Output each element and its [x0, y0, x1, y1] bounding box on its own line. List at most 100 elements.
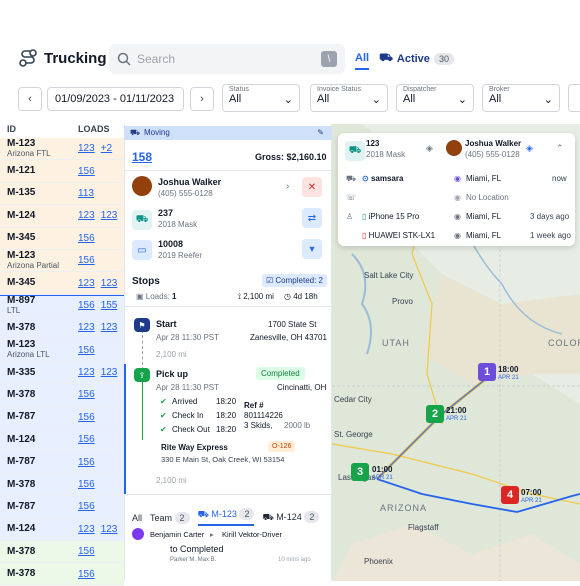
invoice-status-filter[interactable]: Invoice Status All ⌄ [310, 84, 388, 112]
chat-tab-m124[interactable]: ⛟ M-124 2 [262, 510, 320, 524]
load-link[interactable]: 156 [78, 479, 95, 490]
next-date-button[interactable]: › [190, 87, 214, 111]
ref-label: Ref # [244, 401, 264, 410]
dispatcher-filter[interactable]: Dispatcher All ⌄ [396, 84, 474, 112]
table-row[interactable]: M-124 123 123 [0, 205, 124, 228]
load-link[interactable]: 123 [78, 143, 95, 154]
load-link[interactable]: 156 [78, 233, 95, 244]
prev-date-button[interactable]: ‹ [18, 87, 42, 111]
state-label-arizona: ARIZONA [380, 503, 428, 513]
table-row[interactable]: M-335 123 123 [0, 361, 124, 385]
total-duration: ◷ 4d 18h [284, 292, 318, 301]
table-row[interactable]: M-124 156 [0, 429, 124, 452]
load-link[interactable]: 123 [101, 524, 118, 535]
broker-filter-value: All [489, 93, 502, 105]
load-link[interactable]: 123 [101, 210, 118, 221]
load-link[interactable]: 123 [78, 278, 95, 289]
more-filter[interactable] [568, 84, 580, 112]
locate-icon[interactable]: ◈ [426, 143, 433, 154]
arrived-label: Arrived [172, 397, 198, 406]
load-link[interactable]: 156 [78, 255, 95, 266]
row-id-text: M-378 [7, 388, 36, 400]
load-link[interactable]: 156 [78, 569, 95, 580]
table-row[interactable]: M-897 LTL 156 155 [0, 294, 124, 318]
load-link[interactable]: 113 [78, 188, 94, 199]
card-location-3: Miami, FL [466, 212, 502, 221]
truck-model: 2018 Mask [158, 220, 198, 229]
table-row[interactable]: M-787 156 [0, 451, 124, 474]
check-icon: ☑ [266, 276, 276, 285]
map-marker-3[interactable]: 3 [351, 463, 369, 481]
app-logo[interactable]: Trucking [18, 48, 107, 68]
chat-tab-team[interactable]: Team 2 [150, 511, 190, 524]
load-link[interactable]: 156 [78, 457, 95, 468]
load-link[interactable]: +2 [101, 143, 112, 154]
load-link[interactable]: 123 [101, 322, 118, 333]
table-row[interactable]: M-135 113 [0, 182, 124, 206]
table-row[interactable]: M-345 156 [0, 227, 124, 250]
row-id-text: M-378 [7, 478, 36, 490]
clock-icon: ◷ [284, 292, 294, 301]
table-row[interactable]: M-378 156 [0, 384, 124, 407]
loads-summary: ▣ Loads: 1 [136, 292, 177, 301]
trailer-filter-button[interactable]: ▾ [302, 239, 322, 259]
load-link[interactable]: 123 [78, 210, 95, 221]
table-row[interactable]: M-345 123 123 [0, 272, 124, 295]
row-subtitle: Arizona LTL [7, 350, 50, 360]
load-link[interactable]: 123 [101, 367, 118, 378]
table-row[interactable]: M-378 156 [0, 563, 124, 586]
loads-label: Loads: [145, 292, 170, 301]
broker-filter[interactable]: Broker All ⌄ [482, 84, 560, 112]
tab-all[interactable]: All [355, 52, 370, 70]
chevron-right-icon[interactable]: › [286, 181, 289, 192]
table-row[interactable]: M-787 156 [0, 496, 124, 519]
locate-icon[interactable]: ◈ [526, 143, 533, 154]
chat-tab-all[interactable]: All [132, 513, 142, 523]
load-id-link[interactable]: 158 [132, 150, 152, 164]
load-link[interactable]: 156 [78, 300, 95, 311]
swap-truck-button[interactable]: ⇄ [302, 208, 322, 228]
table-row[interactable]: M-378 156 [0, 541, 124, 564]
edit-icon[interactable]: ✎ [317, 126, 324, 140]
load-link[interactable]: 156 [78, 412, 95, 423]
date-range-picker[interactable]: 01/09/2023 - 01/11/2023 [47, 87, 184, 111]
load-link[interactable]: 123 [78, 367, 95, 378]
tab-active-label: Active [396, 53, 430, 65]
map-marker-2[interactable]: 2 [426, 405, 444, 423]
load-link[interactable]: 156 [78, 166, 95, 177]
load-link[interactable]: 155 [101, 300, 118, 311]
status-bar: ⛟ Moving ✎ [124, 126, 332, 140]
search-input[interactable]: Search \ [109, 44, 345, 74]
load-link[interactable]: 123 [101, 278, 118, 289]
load-link[interactable]: 123 [78, 524, 95, 535]
load-link[interactable]: 156 [78, 546, 95, 557]
load-link[interactable]: 156 [78, 345, 95, 356]
col-loads-header: LOADS [78, 124, 110, 134]
tab-active[interactable]: ⛟ Active 30 [379, 52, 454, 70]
table-row[interactable]: M-378 156 [0, 473, 124, 497]
chat-tab-m123[interactable]: ⛟ M-123 2 [197, 508, 255, 526]
load-link[interactable]: 156 [78, 389, 95, 400]
chevron-up-icon[interactable]: ⌃ [556, 143, 564, 154]
table-row[interactable]: M-123 Arizona FTL 123 +2 [0, 138, 124, 161]
remove-driver-button[interactable]: ✕ [302, 177, 322, 197]
table-row[interactable]: M-378 123 123 [0, 317, 124, 340]
table-row[interactable]: M-787 156 [0, 406, 124, 430]
load-link[interactable]: 156 [78, 434, 95, 445]
map-marker-4[interactable]: 4 [501, 486, 519, 504]
load-link[interactable]: 156 [78, 501, 95, 512]
row-subtitle: Arizona Partial [7, 260, 60, 270]
table-row[interactable]: M-124 123 123 [0, 518, 124, 542]
table-row[interactable]: M-123 Arizona Partial 156 [0, 249, 124, 273]
chat-tabs: All Team 2 ⛟ M-123 2 ⛟ M-124 2 [132, 508, 320, 526]
shipper-badge[interactable]: O-126 [268, 441, 296, 452]
chat-tab-m124-label: M-124 [276, 511, 302, 522]
card-device-4-name: HUAWEI STK-LX1 [368, 231, 436, 240]
moving-icon: ⛟ [130, 128, 141, 137]
table-row[interactable]: M-121 156 [0, 160, 124, 183]
load-link[interactable]: 123 [78, 322, 95, 333]
table-row[interactable]: M-123 Arizona LTL 156 [0, 339, 124, 362]
status-filter[interactable]: Status All ⌄ [222, 84, 300, 112]
divider [124, 306, 332, 307]
map-marker-1[interactable]: 1 [478, 363, 496, 381]
